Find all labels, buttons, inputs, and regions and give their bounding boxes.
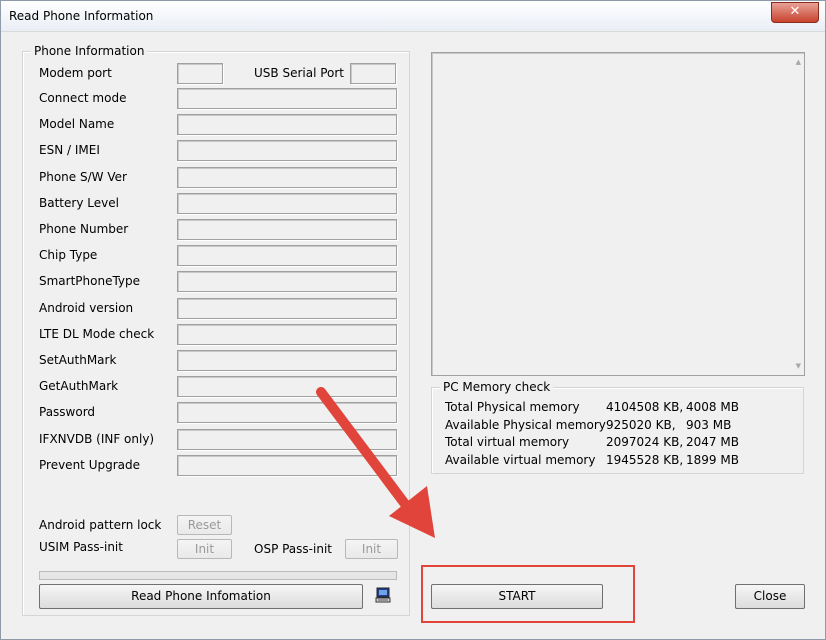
field-label-3: Phone S/W Ver (39, 170, 127, 184)
read-progress-bar (39, 571, 397, 580)
android-pattern-lock-label: Android pattern lock (39, 518, 162, 532)
field-label-6: Chip Type (39, 248, 98, 262)
memory-row-name-0: Total Physical memory (445, 400, 580, 414)
usb-serial-port-label: USB Serial Port (254, 66, 345, 80)
memory-row-name-3: Available virtual memory (445, 453, 596, 467)
field-label-10: SetAuthMark (39, 353, 117, 367)
modem-port-field[interactable] (177, 63, 223, 84)
computer-icon[interactable] (375, 587, 391, 603)
osp-init-button[interactable]: Init (345, 539, 398, 559)
window-close-icon[interactable]: ✕ (771, 2, 819, 23)
modem-port-label: Modem port (39, 66, 112, 80)
scroll-down-arrow-icon[interactable]: ▼ (796, 362, 801, 370)
memory-row-mb-0: 4008 MB (686, 400, 739, 414)
memory-row-mb-1: 903 MB (686, 418, 732, 432)
field-label-12: Password (39, 405, 96, 419)
field-value-10[interactable] (177, 350, 397, 371)
field-value-8[interactable] (177, 298, 397, 319)
log-list-box[interactable]: ▲ ▼ (431, 52, 805, 376)
usb-serial-port-field[interactable] (350, 63, 396, 84)
read-phone-information-button[interactable]: Read Phone Infomation (39, 584, 363, 609)
memory-row-mb-2: 2047 MB (686, 435, 739, 449)
field-label-2: ESN / IMEI (39, 143, 100, 157)
memory-row-kb-2: 2097024 KB, (606, 435, 684, 449)
field-label-13: IFXNVDB (INF only) (39, 432, 155, 446)
field-label-4: Battery Level (39, 196, 119, 210)
field-label-14: Prevent Upgrade (39, 458, 140, 472)
field-label-0: Connect mode (39, 91, 127, 105)
start-highlight-annotation (421, 565, 635, 623)
osp-pass-init-label: OSP Pass-init (254, 542, 332, 556)
memory-row-kb-1: 925020 KB, (606, 418, 676, 432)
field-value-3[interactable] (177, 167, 397, 188)
memory-row-name-1: Available Physical memory (445, 418, 606, 432)
read-phone-information-window: Read Phone Information ✕ Phone Informati… (0, 0, 826, 640)
field-label-7: SmartPhoneType (39, 274, 141, 288)
field-value-6[interactable] (177, 245, 397, 266)
field-value-5[interactable] (177, 219, 397, 240)
field-label-1: Model Name (39, 117, 115, 131)
field-label-5: Phone Number (39, 222, 129, 236)
field-label-9: LTE DL Mode check (39, 327, 155, 341)
field-value-0[interactable] (177, 88, 397, 109)
field-value-4[interactable] (177, 193, 397, 214)
annotation-arrow-icon (316, 387, 435, 538)
field-value-1[interactable] (177, 114, 397, 135)
memory-row-kb-3: 1945528 KB, (606, 453, 684, 467)
field-value-9[interactable] (177, 324, 397, 345)
phone-information-group-title: Phone Information (31, 44, 148, 58)
window-title: Read Phone Information (9, 9, 154, 23)
memory-row-kb-0: 4104508 KB, (606, 400, 684, 414)
dialog-client-area: Phone Information Modem port USB Serial … (9, 32, 819, 632)
field-value-2[interactable] (177, 140, 397, 161)
usim-pass-init-label: USIM Pass-init (39, 540, 123, 554)
usim-init-button[interactable]: Init (177, 539, 232, 559)
scroll-up-arrow-icon[interactable]: ▲ (796, 58, 801, 66)
pc-memory-check-group-title: PC Memory check (440, 380, 554, 394)
title-bar[interactable]: Read Phone Information ✕ (1, 1, 825, 32)
close-button[interactable]: Close (735, 584, 805, 609)
field-label-8: Android version (39, 301, 134, 315)
memory-row-mb-3: 1899 MB (686, 453, 739, 467)
memory-row-name-2: Total virtual memory (445, 435, 570, 449)
field-value-7[interactable] (177, 271, 397, 292)
reset-button[interactable]: Reset (177, 515, 232, 535)
field-label-11: GetAuthMark (39, 379, 119, 393)
